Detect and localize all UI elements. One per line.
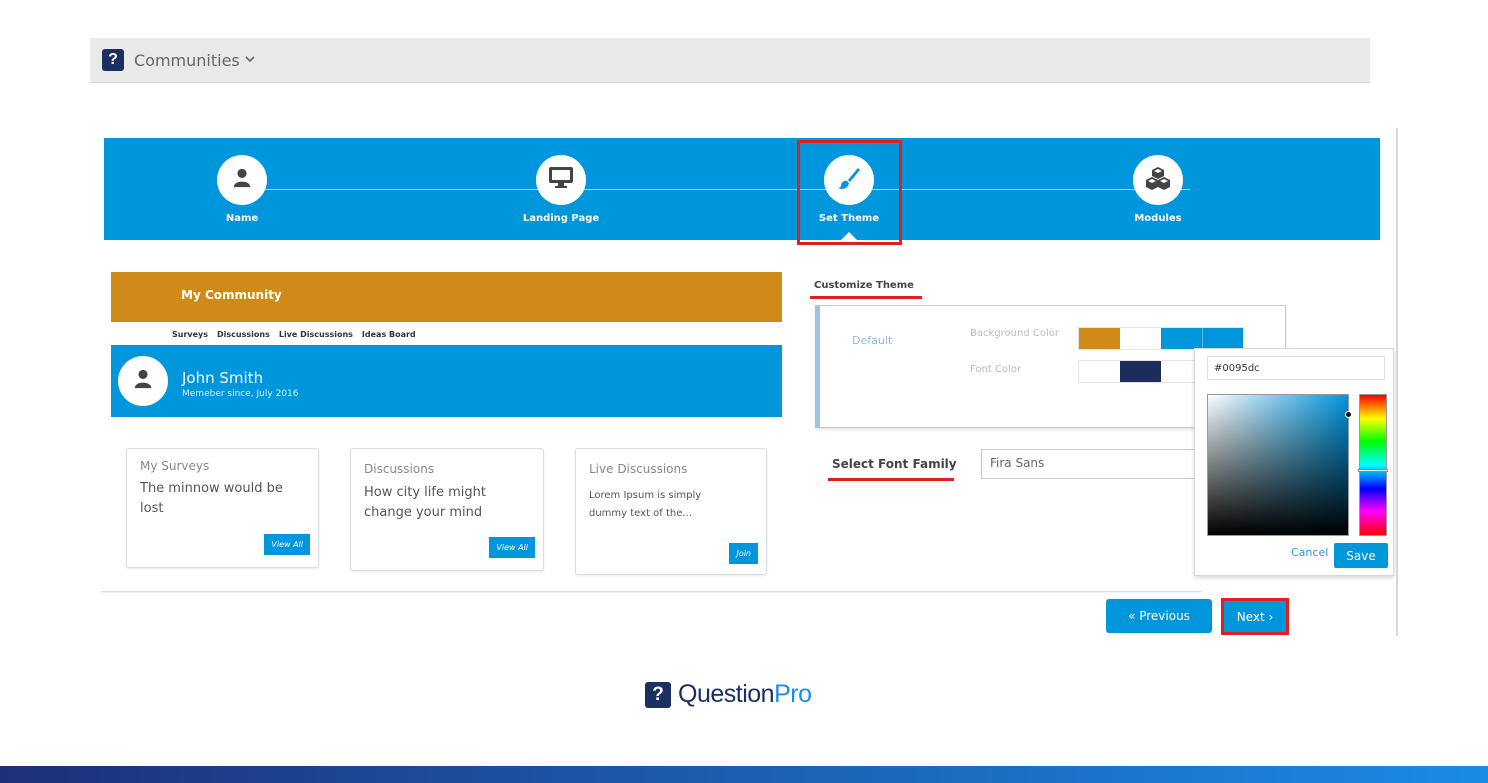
hue-slider-handle[interactable]: [1358, 469, 1388, 472]
chevron-down-icon[interactable]: [245, 55, 255, 66]
nav-ideas-board[interactable]: Ideas Board: [362, 330, 416, 339]
cubes-icon: [1145, 166, 1171, 194]
card-title: Discussions: [364, 462, 435, 476]
hue-slider[interactable]: [1358, 394, 1388, 536]
card-discussions: Discussions How city life might change y…: [350, 448, 544, 571]
top-bar: ? Communities: [90, 38, 1370, 83]
card-body: Lorem Ipsum is simply dummy text of the.…: [589, 490, 702, 519]
questionpro-logo-icon: ?: [102, 49, 124, 71]
step-circle: [217, 155, 267, 205]
step-landing-page[interactable]: Landing Page: [481, 155, 641, 224]
hex-input[interactable]: [1207, 356, 1385, 380]
brand-question: Question: [678, 680, 775, 708]
avatar: [118, 356, 168, 406]
color-selector-handle[interactable]: [1345, 411, 1352, 418]
step-circle: [536, 155, 586, 205]
nav-discussions[interactable]: Discussions: [217, 330, 270, 339]
card-live-discussions: Live Discussions Lorem Ipsum is simply d…: [575, 448, 767, 575]
font-swatches: [1078, 360, 1203, 383]
footer-bar: [0, 766, 1488, 783]
bg-swatch[interactable]: [1161, 328, 1202, 349]
background-color-label: Background Color: [970, 328, 1059, 339]
join-button[interactable]: Join: [729, 543, 758, 564]
communities-menu[interactable]: Communities: [134, 51, 240, 70]
user-icon: [231, 167, 253, 193]
card-title: My Surveys: [140, 459, 210, 473]
questionpro-brand: ? QuestionPro: [645, 680, 812, 709]
cancel-button[interactable]: Cancel: [1291, 546, 1328, 559]
community-title: My Community: [181, 288, 282, 302]
saturation-value-area[interactable]: [1207, 394, 1352, 536]
font-swatch[interactable]: [1120, 361, 1161, 382]
step-modules[interactable]: Modules: [1078, 155, 1238, 224]
step-label: Modules: [1134, 213, 1182, 224]
card-title: Live Discussions: [589, 462, 688, 476]
profile-band: John Smith Memeber since, July 2016: [111, 345, 782, 417]
scrollbar-track[interactable]: [1396, 128, 1398, 636]
step-name[interactable]: Name: [162, 155, 322, 224]
customize-theme-label: Customize Theme: [814, 280, 914, 291]
card-body: The minnow would be lost: [140, 481, 283, 516]
background-swatches: [1078, 327, 1244, 350]
user-icon: [132, 368, 154, 394]
step-circle: [1133, 155, 1183, 205]
monitor-icon: [548, 166, 574, 194]
community-nav: Surveys Discussions Live Discussions Ide…: [172, 330, 416, 339]
previous-button[interactable]: « Previous: [1106, 599, 1212, 633]
profile-since: Memeber since, July 2016: [182, 389, 299, 399]
bg-swatch[interactable]: [1079, 328, 1120, 349]
highlight-underline: [810, 296, 922, 299]
bg-swatch[interactable]: [1202, 328, 1243, 349]
profile-name: John Smith: [182, 369, 264, 387]
highlight-underline: [828, 478, 954, 481]
nav-surveys[interactable]: Surveys: [172, 330, 208, 339]
color-picker: Cancel Save: [1194, 348, 1394, 576]
questionpro-logo-icon: ?: [645, 681, 671, 708]
theme-default-label: Default: [852, 334, 893, 347]
save-button[interactable]: Save: [1334, 543, 1388, 568]
font-family-select[interactable]: Fira Sans: [981, 449, 1201, 479]
font-color-label: Font Color: [970, 364, 1022, 375]
font-swatch[interactable]: [1079, 361, 1120, 382]
card-body: How city life might change your mind: [364, 485, 486, 520]
step-label: Name: [225, 213, 259, 224]
brand-wordmark: QuestionPro: [678, 680, 812, 709]
divider: [101, 591, 1201, 592]
community-header: My Community: [111, 272, 782, 322]
wizard-steps: Name Landing Page Set Theme Modules: [104, 138, 1380, 241]
font-family-label: Select Font Family: [832, 457, 957, 471]
card-my-surveys: My Surveys The minnow would be lost View…: [126, 448, 319, 568]
view-all-button[interactable]: View All: [489, 537, 535, 558]
next-button[interactable]: Next ›: [1221, 598, 1289, 635]
step-label: Landing Page: [522, 213, 600, 224]
view-all-button[interactable]: View All: [264, 534, 310, 555]
brand-pro: Pro: [774, 680, 812, 708]
steps-connector: [244, 189, 1190, 190]
step-circle: [824, 155, 874, 205]
paintbrush-icon: [836, 165, 862, 195]
bg-swatch[interactable]: [1120, 328, 1161, 349]
nav-live-discussions[interactable]: Live Discussions: [279, 330, 353, 339]
